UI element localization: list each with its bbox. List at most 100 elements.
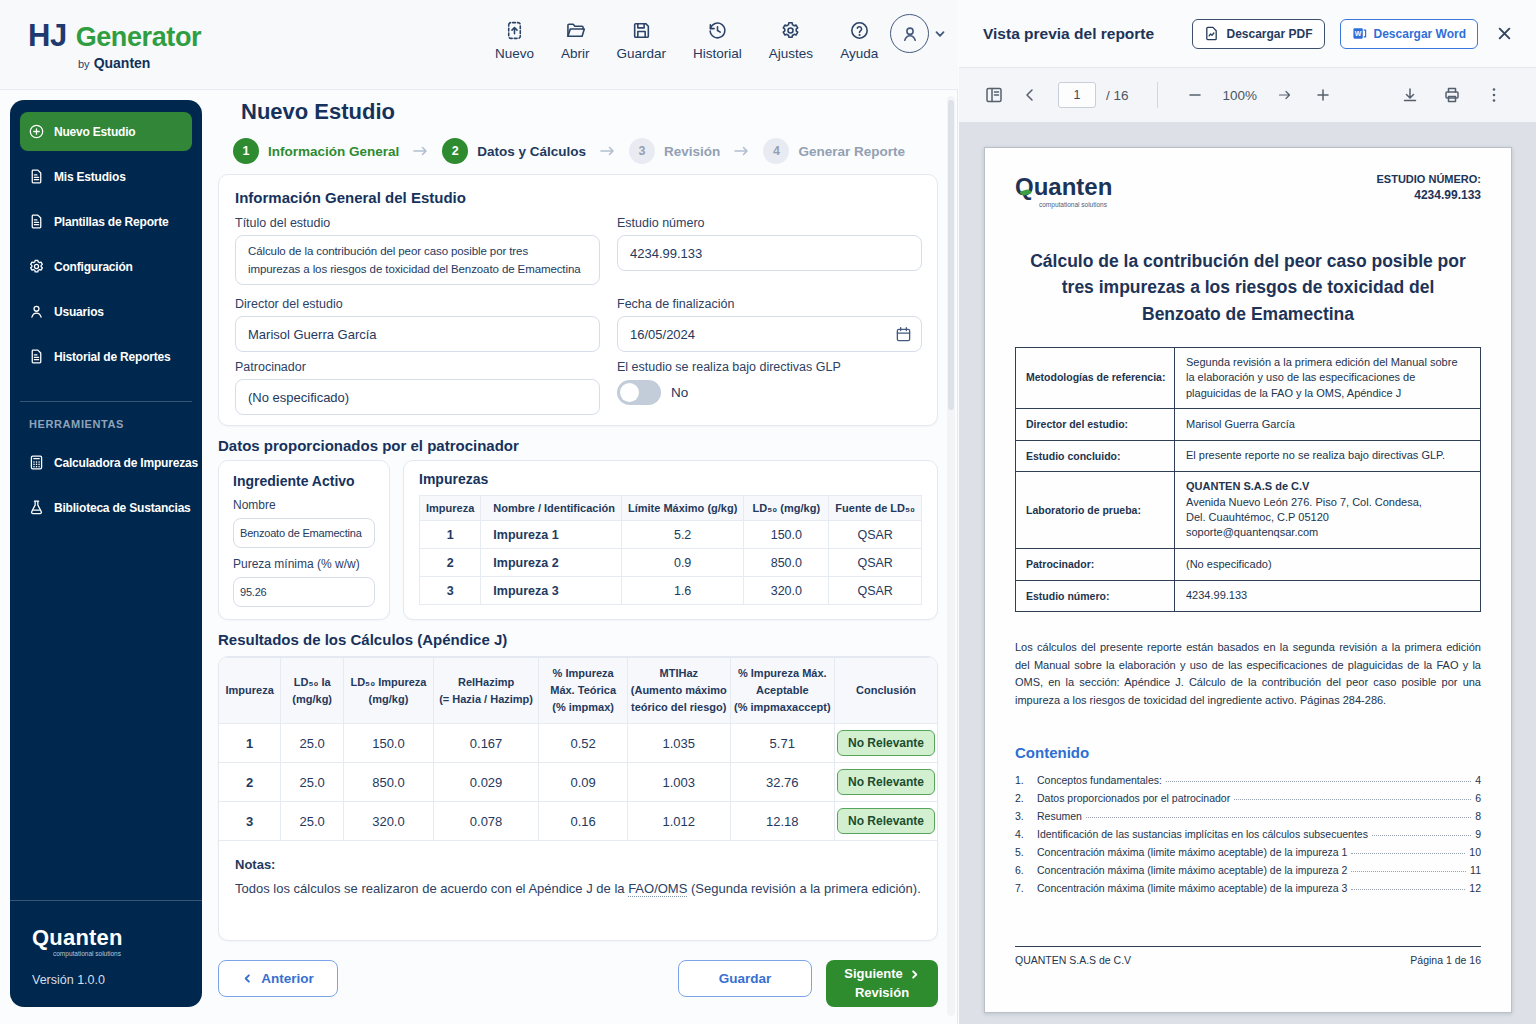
notes-text: Todos los cálculos se realizaron de acue… <box>235 881 921 896</box>
sidebar-item-plantillas-de-reporte[interactable]: Plantillas de Reporte <box>20 202 192 241</box>
results-cell: 0.078 <box>433 802 538 841</box>
guardar-button[interactable]: Guardar <box>678 960 812 997</box>
document-icon <box>28 168 45 185</box>
report-page: Quanten computational solutions ESTUDIO … <box>984 147 1512 1013</box>
sidebar: Nuevo Estudio Mis Estudios Plantillas de R… <box>10 100 202 1007</box>
director-label: Director del estudio <box>235 297 600 311</box>
results-col-header: LD₅₀ Impureza (mg/kg) <box>344 658 434 724</box>
calendar-icon[interactable] <box>895 326 912 343</box>
pureza-input[interactable] <box>233 577 375 607</box>
calculator-icon <box>28 454 45 471</box>
doc-info-row: Laboratorio de prueba:QUANTEN S.A.S de C… <box>1016 472 1481 549</box>
sidebar-item-label: Calculadora de Impurezas <box>54 456 198 470</box>
results-table: ImpurezaLD₅₀ Ia (mg/kg)LD₅₀ Impureza (mg… <box>219 657 937 841</box>
step-arrow-icon <box>412 145 429 157</box>
impurities-row: 2Impureza 20.9850.0QSAR <box>420 549 922 577</box>
titulo-label: Título del estudio <box>235 216 600 230</box>
step-number: 1 <box>233 138 259 164</box>
sidebar-item-historial-de-reportes[interactable]: Historial de Reportes <box>20 337 192 376</box>
toc-label: Identificación de las sustancias implíci… <box>1037 828 1372 840</box>
arrow-right-icon[interactable] <box>1276 86 1294 104</box>
toc-leader-dots <box>1086 817 1471 818</box>
toolbar-ayuda-button[interactable]: Ayuda <box>840 20 878 61</box>
doc-info-value: QUANTEN S.A.S de C.VAvenida Nuevo León 2… <box>1175 472 1481 549</box>
toolbar-historial-button[interactable]: Historial <box>693 20 742 61</box>
glp-label: El estudio se realiza bajo directivas GL… <box>617 360 922 374</box>
print-icon[interactable] <box>1443 86 1461 104</box>
pdf-toolbar: / 16 100% <box>959 68 1536 123</box>
siguiente-button[interactable]: Siguiente Revisión <box>826 960 938 1007</box>
close-preview-button[interactable] <box>1497 26 1512 41</box>
results-cell: 0.16 <box>539 802 628 841</box>
thumbnails-icon[interactable] <box>985 86 1003 104</box>
fecha-input[interactable] <box>617 316 922 352</box>
results-cell: 0.167 <box>433 724 538 763</box>
main-scrollbar-thumb[interactable] <box>948 100 954 410</box>
director-input[interactable] <box>235 316 600 352</box>
toolbar-nuevo-button[interactable]: Nuevo <box>495 20 534 61</box>
doc-info-row: Patrocinador:(No especificado) <box>1016 548 1481 580</box>
doc-info-value: El presente reporte no se realiza bajo d… <box>1175 440 1481 472</box>
sidebar-item-biblioteca-de-sustancias[interactable]: Biblioteca de Sustancias <box>20 488 192 527</box>
sidebar-item-calculadora-de-impurezas[interactable]: Calculadora de Impurezas <box>20 443 192 482</box>
notes-block: Notas: Todos los cálculos se realizaron … <box>219 841 937 940</box>
toolbar-abrir-button[interactable]: Abrir <box>561 20 590 61</box>
patrocinador-input[interactable] <box>235 379 600 415</box>
anterior-button[interactable]: Anterior <box>218 960 338 997</box>
zoom-in-icon[interactable] <box>1314 86 1332 104</box>
toc-leader-dots <box>1351 853 1465 854</box>
doc-footer-right: Página 1 de 16 <box>1410 954 1481 966</box>
step-revision[interactable]: 3Revisión <box>629 138 720 164</box>
doc-footer: QUANTEN S.A.S de C.V Página 1 de 16 <box>1015 946 1481 966</box>
open-folder-icon <box>565 20 586 41</box>
app-header: HJGenerator byQuanten NuevoAbrirGuardarH… <box>0 0 958 90</box>
save-icon <box>631 20 652 41</box>
chevron-down-icon <box>934 28 946 40</box>
step-number: 3 <box>629 138 655 164</box>
avatar-icon <box>890 14 929 53</box>
impurities-cell: QSAR <box>829 577 922 605</box>
main-scrollbar[interactable] <box>947 96 955 1016</box>
main-content: Nuevo Estudio 1Información General2Datos… <box>218 90 938 1007</box>
step-datos-y-calculos[interactable]: 2Datos y Cálculos <box>442 138 586 164</box>
titulo-input[interactable]: Cálculo de la contribución del peor caso… <box>235 235 600 285</box>
toolbar-ajustes-button[interactable]: Ajustes <box>769 20 813 61</box>
impurities-col-header: LD₅₀ (mg/kg) <box>744 496 829 521</box>
more-options-icon[interactable] <box>1485 86 1503 104</box>
user-menu-button[interactable] <box>890 14 946 53</box>
descargar-pdf-button[interactable]: Descargar PDF <box>1192 19 1324 49</box>
prev-page-icon[interactable] <box>1021 86 1039 104</box>
results-cell: 32.76 <box>730 763 834 802</box>
sidebar-item-nuevo-estudio[interactable]: Nuevo Estudio <box>20 112 192 151</box>
zoom-out-icon[interactable] <box>1186 86 1204 104</box>
descargar-word-button[interactable]: W Descargar Word <box>1340 19 1478 49</box>
impurities-row: 1Impureza 15.2150.0QSAR <box>420 521 922 549</box>
numero-input[interactable] <box>617 235 922 271</box>
step-informacion-general[interactable]: 1Información General <box>233 138 399 164</box>
impurities-cell: 320.0 <box>744 577 829 605</box>
step-generar-reporte[interactable]: 4Generar Reporte <box>763 138 905 164</box>
toolbar-guardar-button[interactable]: Guardar <box>617 20 667 61</box>
doc-paragraph: Los cálculos del presente reporte están … <box>1015 639 1481 709</box>
sidebar-item-mis-estudios[interactable]: Mis Estudios <box>20 157 192 196</box>
logo-generator: Generator <box>76 22 201 53</box>
toc-number: 6. <box>1015 864 1037 876</box>
sponsor-section-heading: Datos proporcionados por el patrocinador <box>218 437 938 454</box>
page-number-input[interactable] <box>1058 82 1096 108</box>
toolbar-divider <box>1157 82 1158 108</box>
wizard-stepper: 1Información General 2Datos y Cálculos 3Re… <box>233 138 938 164</box>
app-window: HJGenerator byQuanten NuevoAbrirGuardarH… <box>0 0 958 1024</box>
results-cell: 150.0 <box>344 724 434 763</box>
sidebar-item-configuracion[interactable]: Configuración <box>20 247 192 286</box>
nombre-input[interactable] <box>233 518 375 548</box>
download-icon[interactable] <box>1401 86 1419 104</box>
toc-leader-dots <box>1234 799 1471 800</box>
toc-page-number: 8 <box>1471 810 1481 822</box>
sidebar-item-usuarios[interactable]: Usuarios <box>20 292 192 331</box>
fao-oms-link[interactable]: FAO/OMS <box>628 881 687 897</box>
toolbar-item-label: Ayuda <box>840 46 878 61</box>
glp-toggle[interactable] <box>617 380 661 405</box>
glp-toggle-knob <box>620 383 639 402</box>
results-cell: 0.09 <box>539 763 628 802</box>
sidebar-item-label: Plantillas de Reporte <box>54 215 169 229</box>
